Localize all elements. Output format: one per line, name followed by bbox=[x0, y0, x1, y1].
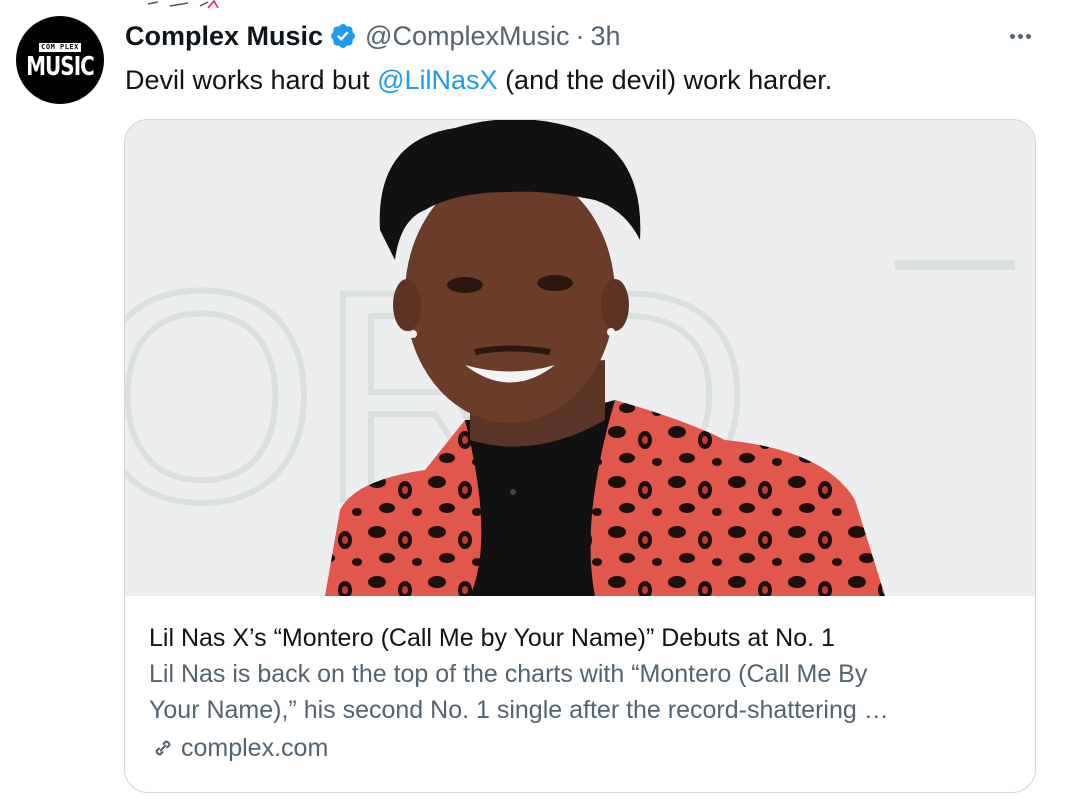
card-title[interactable]: Lil Nas X’s “Montero (Call Me by Your Na… bbox=[149, 620, 1011, 656]
tweet-text: Devil works hard but @LilNasX (and the d… bbox=[125, 62, 832, 98]
tweet-timestamp[interactable]: 3h bbox=[591, 21, 621, 52]
tweet-header: Complex Music @ComplexMusic · 3h bbox=[125, 18, 621, 54]
tweet-text-start: Devil works hard but bbox=[125, 65, 378, 95]
card-description-line-2: Your Name),” his second No. 1 single aft… bbox=[149, 696, 889, 724]
card-description-line-1: Lil Nas is back on the top of the charts… bbox=[149, 660, 868, 688]
author-name[interactable]: Complex Music bbox=[125, 21, 323, 52]
more-options-icon[interactable] bbox=[1002, 26, 1038, 46]
tweet[interactable]: COM PLEX MUSIC Complex Music @ComplexMus… bbox=[0, 0, 1066, 806]
verified-badge-icon bbox=[331, 24, 356, 48]
avatar[interactable]: COM PLEX MUSIC bbox=[16, 16, 104, 104]
more-dot bbox=[1017, 33, 1023, 39]
link-card[interactable]: ORD Lil Nas X’s “Montero (Call Me by You… bbox=[124, 119, 1036, 793]
card-photo: ORD bbox=[125, 120, 1035, 596]
link-icon bbox=[155, 740, 171, 756]
mention-link[interactable]: @LilNasX bbox=[377, 65, 497, 95]
card-body: Lil Nas X’s “Montero (Call Me by Your Na… bbox=[149, 620, 1011, 766]
more-dot bbox=[1009, 33, 1015, 39]
separator-dot: · bbox=[575, 20, 585, 51]
avatar-logo-text: MUSIC bbox=[26, 50, 95, 82]
author-handle[interactable]: @ComplexMusic bbox=[365, 21, 569, 52]
card-domain[interactable]: complex.com bbox=[149, 730, 1011, 766]
card-image[interactable]: ORD bbox=[125, 120, 1035, 596]
previous-tweet-edge bbox=[148, 0, 219, 9]
more-dot bbox=[1025, 33, 1031, 39]
tweet-text-end: (and the devil) work harder. bbox=[497, 65, 833, 95]
card-domain-text: complex.com bbox=[181, 734, 329, 762]
